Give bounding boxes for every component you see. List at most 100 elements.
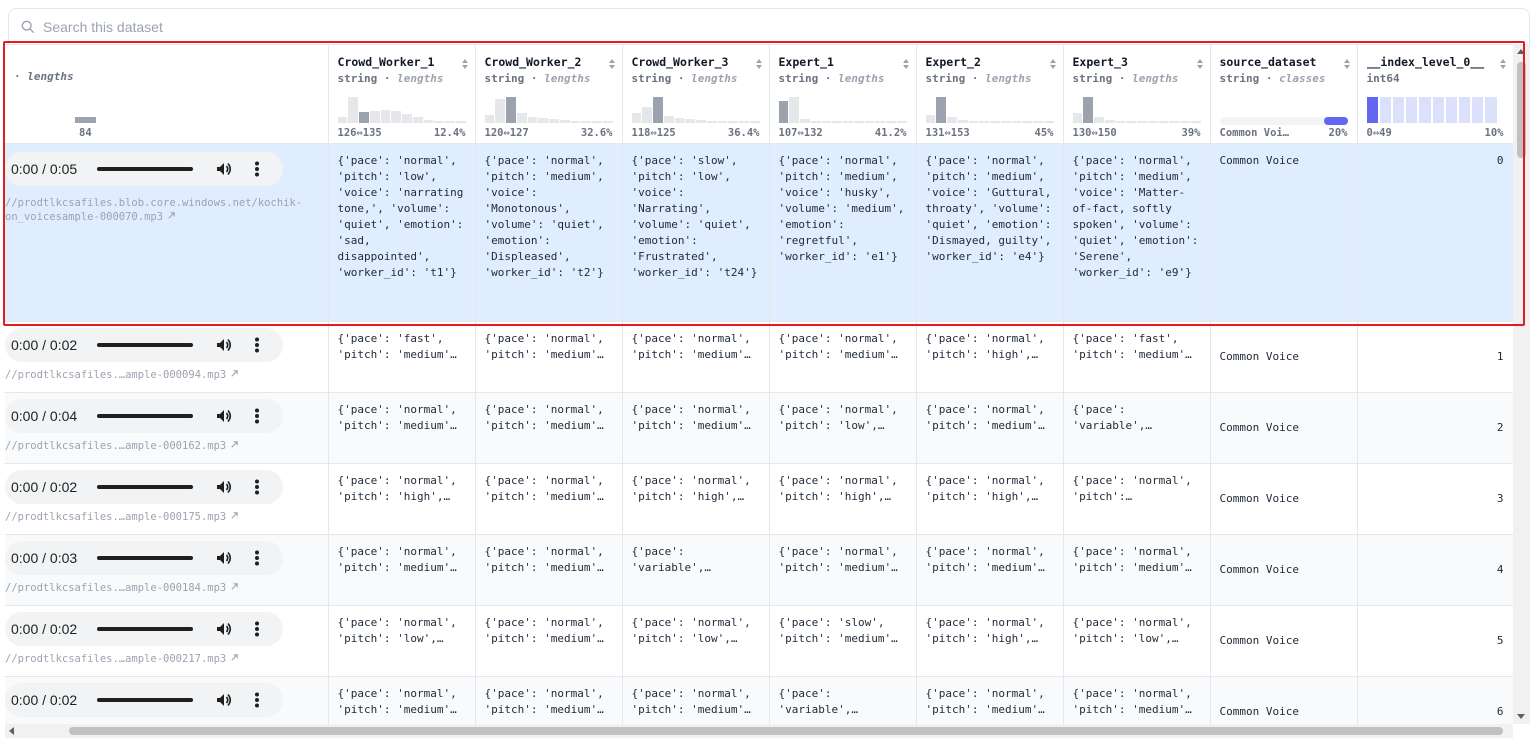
annotation-cell[interactable]: {'pace': 'slow', 'pitch': 'low', 'voice'… (622, 143, 770, 322)
more-options-icon[interactable] (251, 407, 263, 425)
histogram-bar[interactable] (853, 121, 864, 123)
annotation-cell[interactable]: {'pace': 'normal', 'pitch': 'high',… (916, 463, 1064, 535)
sort-icon[interactable] (608, 57, 616, 69)
histogram-bar[interactable] (696, 120, 706, 123)
histogram-bar[interactable] (1485, 97, 1497, 123)
annotation-cell[interactable]: {'pace': 'fast', 'pitch': 'medium'… (328, 321, 476, 393)
volume-icon[interactable] (215, 336, 233, 354)
histogram-bar[interactable] (1432, 97, 1444, 123)
table-row[interactable]: 0:00 / 0:03 //prodtlkcsafiles.…ample-0001… (5, 534, 1513, 606)
volume-icon[interactable] (215, 549, 233, 567)
source-dataset-cell[interactable]: Common Voice (1210, 605, 1358, 677)
source-dataset-cell[interactable]: Common Voice (1210, 143, 1358, 322)
histogram-bar[interactable] (1458, 97, 1471, 123)
annotation-cell[interactable]: {'pace': 'normal', 'pitch': 'high',… (622, 463, 770, 535)
histogram-bar[interactable] (434, 121, 444, 123)
histogram-bar[interactable] (685, 119, 695, 123)
histogram-bar[interactable] (337, 117, 348, 123)
audio-player[interactable]: 0:00 / 0:04 (5, 398, 283, 433)
annotation-cell[interactable]: {'pace': 'normal', 'pitch': 'medium'… (475, 463, 623, 535)
histogram-bar[interactable] (549, 119, 559, 123)
index-cell[interactable]: 0 (1357, 143, 1513, 322)
volume-icon[interactable] (215, 620, 233, 638)
histogram-bar[interactable] (925, 115, 936, 123)
column-header[interactable]: Crowd_Worker_2 string · lengths 120⇔127 32.… (475, 45, 623, 144)
histogram-bar[interactable] (75, 117, 96, 123)
histogram-bar[interactable] (412, 117, 423, 123)
index-cell[interactable]: 1 (1357, 321, 1513, 393)
more-options-icon[interactable] (251, 336, 263, 354)
column-histogram[interactable] (1072, 95, 1201, 123)
audio-player[interactable]: 0:00 / 0:05 (5, 151, 283, 186)
column-histogram[interactable] (484, 95, 613, 123)
annotation-cell[interactable]: {'pace': 'normal', 'pitch': 'medium'… (328, 392, 476, 464)
column-histogram[interactable] (778, 95, 907, 123)
histogram-bar[interactable] (402, 114, 412, 123)
annotation-cell[interactable]: {'pace': 'variable',… (769, 676, 917, 724)
search-input[interactable] (43, 18, 643, 35)
column-header[interactable]: __index_level_0__ int64 0⇔49 10% (1357, 45, 1513, 144)
histogram-bar[interactable] (1137, 121, 1147, 123)
annotation-cell[interactable]: {'pace': 'normal', 'pitch': 'high',… (769, 463, 917, 535)
column-header[interactable]: source_dataset string · classes Common Voi… (1210, 45, 1358, 144)
histogram-bar[interactable] (663, 116, 674, 123)
column-histogram[interactable] (337, 95, 466, 123)
annotation-cell[interactable]: {'pace': 'normal', 'pitch': 'low',… (769, 392, 917, 464)
audio-url-link[interactable]: //prodtlkcsafiles.…ample-000184.mp3 (5, 580, 327, 596)
histogram-bar[interactable] (1169, 121, 1179, 123)
column-header[interactable]: · lengths 84 (5, 45, 329, 144)
histogram-bar[interactable] (810, 121, 821, 123)
audio-progress-slider[interactable] (97, 413, 193, 418)
histogram-bar[interactable] (706, 121, 717, 123)
histogram-bar[interactable] (800, 119, 810, 123)
table-row[interactable]: 0:00 / 0:02 //prodtlkcsafiles.…ample-0001… (5, 463, 1513, 535)
histogram-bar[interactable] (1472, 97, 1484, 123)
histogram-bar[interactable] (739, 121, 749, 123)
audio-url-text[interactable]: //prodtlkcsafiles.…ample-000175.mp3 (5, 511, 226, 523)
sort-icon[interactable] (1049, 57, 1057, 69)
audio-player[interactable]: 0:00 / 0:02 (5, 327, 283, 362)
histogram-bar[interactable] (559, 120, 570, 123)
histogram-bar[interactable] (516, 113, 527, 123)
audio-progress-slider[interactable] (97, 626, 193, 631)
audio-player[interactable]: 0:00 / 0:02 (5, 469, 283, 504)
histogram-bar[interactable] (380, 110, 391, 123)
external-link-icon[interactable] (230, 653, 239, 665)
vertical-scrollbar[interactable] (1513, 44, 1530, 724)
source-dataset-cell[interactable]: Common Voice (1210, 321, 1358, 393)
histogram-bar[interactable] (538, 118, 548, 123)
annotation-cell[interactable]: {'pace': 'normal', 'pitch': 'medium'… (622, 321, 770, 393)
annotation-cell[interactable]: {'pace': 'normal', 'pitch': 'medium'… (622, 676, 770, 724)
column-histogram[interactable] (925, 95, 1054, 123)
histogram-bar[interactable] (1011, 121, 1022, 123)
annotation-cell[interactable]: {'pace': 'normal', 'pitch': 'medium'… (916, 392, 1064, 464)
external-link-icon[interactable] (230, 440, 239, 452)
scroll-left-arrow-icon[interactable] (9, 727, 14, 735)
table-row[interactable]: 0:00 / 0:05 //prodtlkcsafiles.blob.core.w… (5, 143, 1513, 322)
audio-url-text[interactable]: //prodtlkcsafiles.…ample-000184.mp3 (5, 582, 226, 594)
annotation-cell[interactable]: {'pace': 'slow', 'pitch': 'medium'… (769, 605, 917, 677)
histogram-bar[interactable] (1392, 97, 1405, 123)
annotation-cell[interactable]: {'pace': 'normal', 'pitch': 'medium'… (916, 534, 1064, 606)
histogram-bar[interactable] (495, 99, 505, 123)
annotation-cell[interactable]: {'pace': 'normal', 'pitch': 'medium', 'v… (475, 143, 623, 322)
audio-url-text[interactable]: //prodtlkcsafiles.blob.core.windows.net/… (5, 197, 302, 223)
histogram-bar[interactable] (1419, 97, 1431, 123)
annotation-cell[interactable]: {'pace': 'normal', 'pitch': 'high',… (916, 605, 1064, 677)
column-header[interactable]: Expert_1 string · lengths 107⇔132 41.2% (769, 45, 917, 144)
histogram-bar[interactable] (674, 118, 685, 123)
audio-url-text[interactable]: //prodtlkcsafiles.…ample-000162.mp3 (5, 440, 226, 452)
histogram-bar[interactable] (864, 121, 875, 123)
index-cell[interactable]: 4 (1357, 534, 1513, 606)
audio-url-link[interactable]: //prodtlkcsafiles.…ample-000162.mp3 (5, 438, 327, 454)
annotation-cell[interactable]: {'pace': 'normal', 'pitch': 'medium'… (916, 676, 1064, 724)
histogram-bar[interactable] (875, 121, 885, 123)
column-header[interactable]: Crowd_Worker_1 string · lengths 126⇔135 12.… (328, 45, 476, 144)
histogram-bar[interactable] (484, 115, 495, 123)
annotation-cell[interactable]: {'pace': 'normal', 'pitch': 'medium'… (475, 321, 623, 393)
annotation-cell[interactable]: {'pace': 'normal', 'pitch': 'low',… (1063, 605, 1211, 677)
histogram-bar[interactable] (1033, 121, 1043, 123)
class-distribution-bar[interactable] (1219, 117, 1348, 125)
histogram-bar[interactable] (1115, 121, 1126, 123)
sort-icon[interactable] (755, 57, 763, 69)
